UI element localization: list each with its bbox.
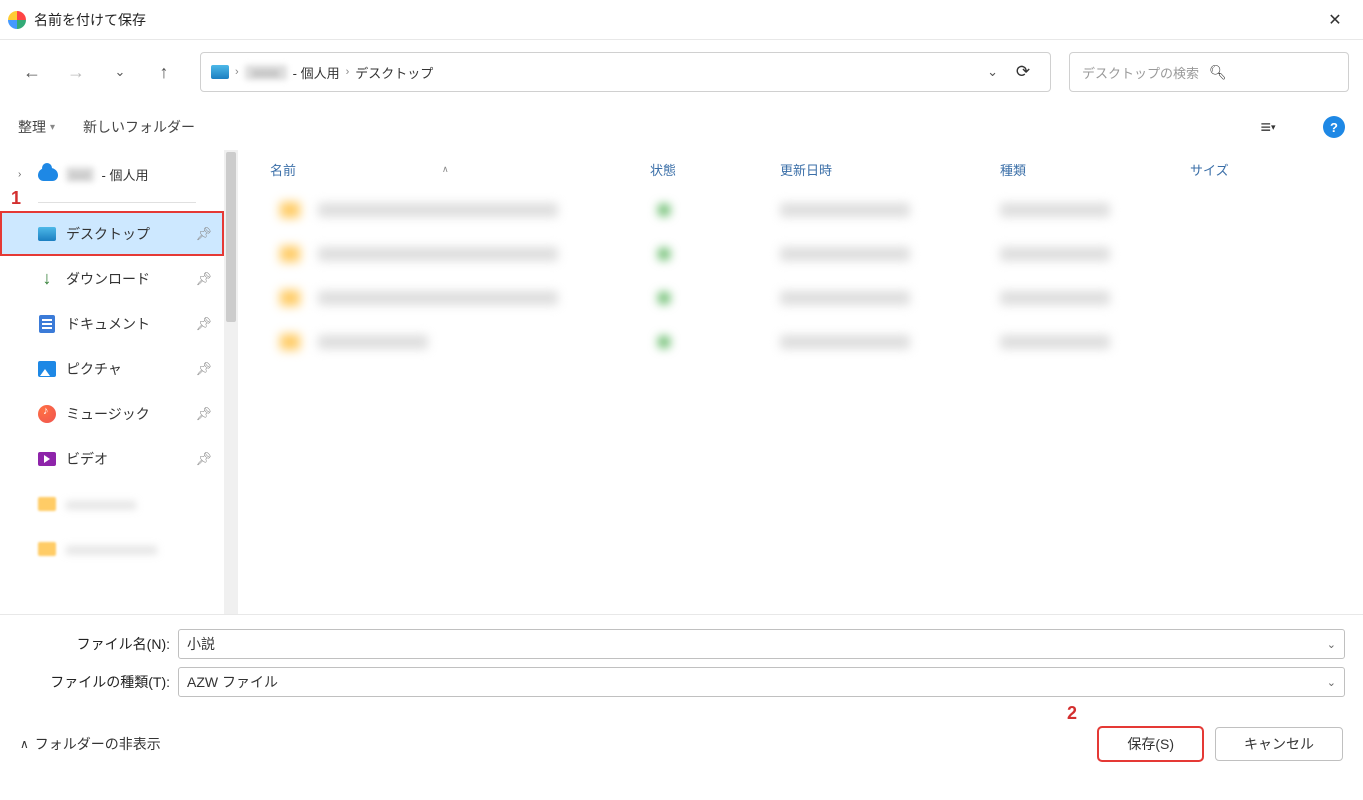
- titlebar: 名前を付けて保存 ✕: [0, 0, 1363, 40]
- filename-input[interactable]: 小説 ⌄: [178, 629, 1345, 659]
- desktop-icon: [38, 227, 56, 241]
- sidebar-item-music[interactable]: ミュージック 📌︎: [0, 391, 224, 436]
- sidebar-item-desktop[interactable]: デスクトップ 📌︎: [0, 211, 224, 256]
- column-headers: 名前∧ 状態 更新日時 種類 サイズ: [238, 150, 1363, 188]
- up-button[interactable]: ↑: [146, 54, 182, 90]
- breadcrumb-personal-suffix[interactable]: - 個人用: [293, 63, 340, 82]
- help-button[interactable]: ?: [1323, 116, 1345, 138]
- organize-button[interactable]: 整理▾: [18, 117, 55, 137]
- cancel-button[interactable]: キャンセル: [1215, 727, 1343, 761]
- chevron-right-icon[interactable]: ›: [18, 169, 30, 180]
- download-icon: ↓: [38, 270, 56, 288]
- file-row-blurred[interactable]: [238, 276, 1363, 320]
- pc-icon: [211, 65, 229, 79]
- close-button[interactable]: ✕: [1315, 0, 1355, 40]
- pin-icon[interactable]: 📌︎: [195, 271, 212, 287]
- recent-dropdown[interactable]: ⌄: [102, 54, 138, 90]
- chevron-right-icon: ›: [346, 66, 350, 78]
- annotation-1: 1: [11, 188, 21, 209]
- document-icon: [39, 315, 55, 333]
- filename-label: ファイル名(N):: [18, 634, 178, 654]
- chevron-down-icon[interactable]: ⌄: [1327, 676, 1336, 689]
- hide-folders-button[interactable]: ∧ フォルダーの非表示: [20, 734, 161, 754]
- column-modified[interactable]: 更新日時: [780, 160, 1000, 179]
- main-area: › xxx - 個人用 1 デスクトップ 📌︎ ↓ ダウンロード 📌︎ ドキュメ…: [0, 150, 1363, 614]
- file-list: 名前∧ 状態 更新日時 種類 サイズ: [238, 150, 1363, 614]
- footer: ∧ フォルダーの非表示 2 保存(S) キャンセル: [0, 713, 1363, 775]
- window-title: 名前を付けて保存: [34, 10, 1315, 30]
- breadcrumb-current[interactable]: デスクトップ: [355, 63, 433, 82]
- file-row-blurred[interactable]: [238, 320, 1363, 364]
- search-icon: 🔍︎: [1209, 64, 1336, 81]
- sidebar-item-downloads[interactable]: ↓ ダウンロード 📌︎: [0, 256, 224, 301]
- save-button[interactable]: 保存(S): [1098, 727, 1203, 761]
- chevron-down-icon[interactable]: ⌄: [1327, 638, 1336, 651]
- navbar: ← → ⌄ ↑ › xxxx - 個人用 › デスクトップ ⌄ ⟳ デスクトップ…: [0, 40, 1363, 104]
- chevron-down-icon[interactable]: ⌄: [987, 64, 998, 80]
- filetype-label: ファイルの種類(T):: [18, 672, 178, 692]
- sidebar-item-pictures[interactable]: ピクチャ 📌︎: [0, 346, 224, 391]
- music-icon: [38, 405, 56, 423]
- video-icon: [38, 452, 56, 466]
- pin-icon[interactable]: 📌︎: [195, 226, 212, 242]
- file-row-blurred[interactable]: [238, 232, 1363, 276]
- sidebar-scrollbar[interactable]: [224, 150, 238, 614]
- form-area: ファイル名(N): 小説 ⌄ ファイルの種類(T): AZW ファイル ⌄: [0, 614, 1363, 713]
- pin-icon[interactable]: 📌︎: [195, 316, 212, 332]
- search-placeholder: デスクトップの検索: [1082, 63, 1209, 82]
- pin-icon[interactable]: 📌︎: [195, 361, 212, 377]
- breadcrumb[interactable]: › xxxx - 個人用 › デスクトップ ⌄ ⟳: [200, 52, 1051, 92]
- pin-icon[interactable]: 📌︎: [195, 406, 212, 422]
- app-icon: [8, 11, 26, 29]
- view-options-button[interactable]: ≡ ▾: [1253, 112, 1283, 142]
- cloud-icon: [38, 168, 58, 181]
- file-row-blurred[interactable]: [238, 188, 1363, 232]
- new-folder-button[interactable]: 新しいフォルダー: [83, 117, 195, 137]
- back-button[interactable]: ←: [14, 54, 50, 90]
- sidebar-item-blurred[interactable]: xxxxxxxxxxxxx: [0, 526, 224, 571]
- filetype-select[interactable]: AZW ファイル ⌄: [178, 667, 1345, 697]
- breadcrumb-user-blurred: xxxx: [245, 65, 287, 80]
- annotation-2: 2: [1067, 703, 1077, 724]
- toolbar: 整理▾ 新しいフォルダー ≡ ▾ ?: [0, 104, 1363, 150]
- forward-button[interactable]: →: [58, 54, 94, 90]
- folder-icon: [38, 542, 56, 556]
- sort-asc-icon: ∧: [442, 164, 449, 175]
- pin-icon[interactable]: 📌︎: [195, 451, 212, 467]
- column-size[interactable]: サイズ: [1190, 160, 1310, 179]
- column-state[interactable]: 状態: [650, 160, 780, 179]
- search-input[interactable]: デスクトップの検索 🔍︎: [1069, 52, 1349, 92]
- folder-icon: [38, 497, 56, 511]
- column-type[interactable]: 種類: [1000, 160, 1190, 179]
- refresh-button[interactable]: ⟳: [1006, 55, 1040, 89]
- chevron-up-icon: ∧: [20, 737, 29, 751]
- sidebar-item-documents[interactable]: ドキュメント 📌︎: [0, 301, 224, 346]
- sidebar: › xxx - 個人用 1 デスクトップ 📌︎ ↓ ダウンロード 📌︎ ドキュメ…: [0, 150, 224, 614]
- sidebar-item-blurred[interactable]: xxxxxxxxxx: [0, 481, 224, 526]
- divider: [38, 202, 196, 203]
- sidebar-item-videos[interactable]: ビデオ 📌︎: [0, 436, 224, 481]
- chevron-right-icon: ›: [235, 66, 239, 78]
- picture-icon: [38, 361, 56, 377]
- tree-onedrive-personal[interactable]: › xxx - 個人用: [0, 154, 224, 194]
- column-name[interactable]: 名前∧: [250, 160, 650, 179]
